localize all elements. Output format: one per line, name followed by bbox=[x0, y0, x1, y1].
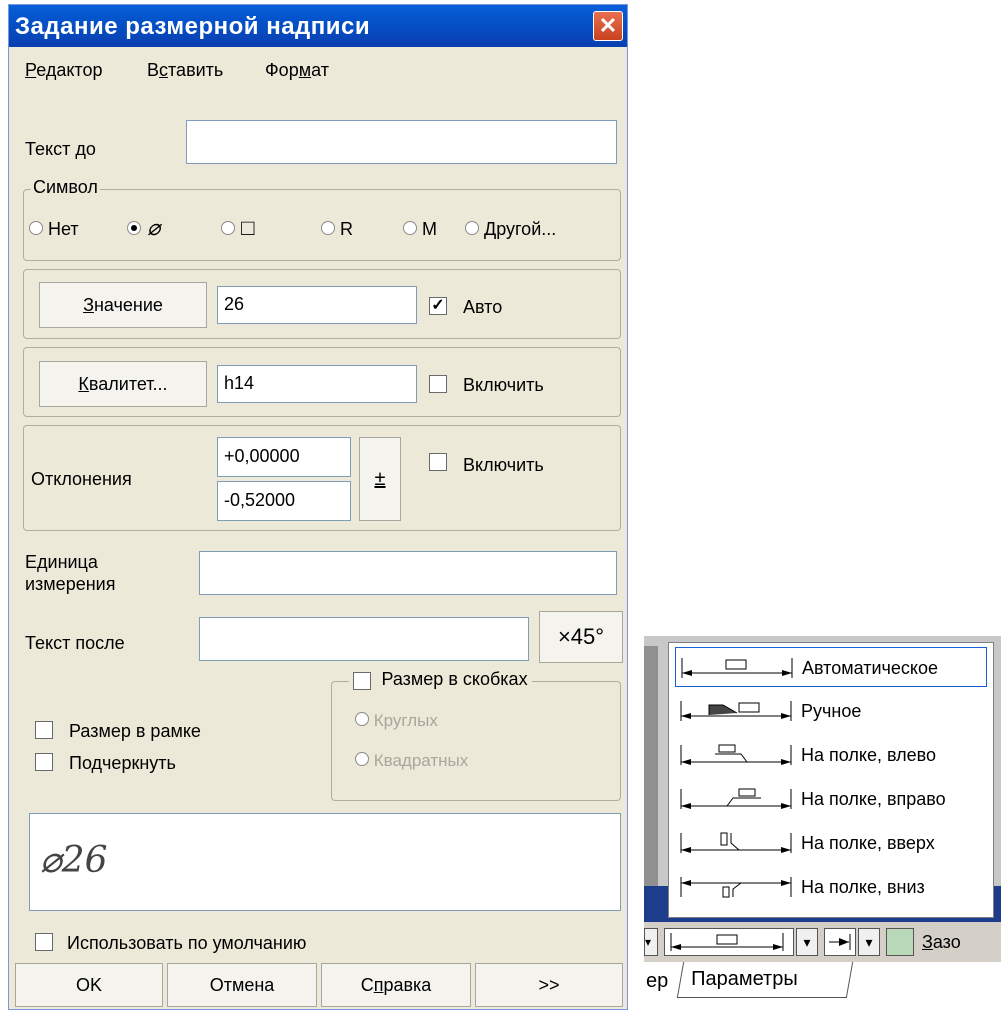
preview-text: ⌀26 bbox=[40, 840, 108, 881]
use-default-checkbox[interactable] bbox=[35, 933, 53, 951]
dimension-shelf-right-icon bbox=[680, 788, 792, 809]
brackets-group bbox=[331, 681, 621, 801]
value-button[interactable]: Значение bbox=[39, 282, 207, 328]
preview-box: ⌀26 bbox=[29, 813, 621, 911]
round-brackets-radio[interactable]: Круглых bbox=[355, 711, 438, 731]
symbol-radio-square[interactable]: □ bbox=[221, 215, 254, 241]
placement-dropdown-button[interactable]: ▾ bbox=[796, 928, 818, 956]
gap-label: Зазо bbox=[922, 932, 961, 952]
dimension-auto-icon bbox=[681, 658, 793, 678]
tab-previous[interactable]: ер bbox=[646, 970, 668, 993]
deviations-enable-checkbox[interactable] bbox=[429, 453, 447, 471]
color-swatch[interactable] bbox=[886, 928, 914, 956]
dialog-title: Задание размерной надписи bbox=[15, 13, 371, 40]
plus-minus-button[interactable]: ± bbox=[359, 437, 401, 521]
lower-deviation-input[interactable]: -0,52000 bbox=[217, 481, 351, 521]
placement-item-manual[interactable]: Ручное bbox=[675, 691, 987, 731]
diameter-icon: ⌀ bbox=[147, 215, 161, 240]
arrow-type-button[interactable] bbox=[824, 928, 856, 956]
text-before-label: Текст до bbox=[25, 139, 96, 159]
framed-checkbox[interactable] bbox=[35, 721, 53, 739]
unit-label: Единица измерения bbox=[25, 552, 116, 594]
dimension-shelf-down-icon bbox=[680, 877, 792, 898]
text-after-input[interactable] bbox=[199, 617, 529, 661]
unit-input[interactable] bbox=[199, 551, 617, 595]
symbol-radio-diameter[interactable]: ⌀ bbox=[127, 215, 160, 241]
auto-label: Авто bbox=[463, 297, 503, 317]
square-icon: □ bbox=[241, 215, 255, 240]
title-bar[interactable]: Задание размерной надписи ✕ bbox=[9, 5, 627, 47]
plus-minus-icon: ± bbox=[374, 468, 386, 490]
dimension-shelf-up-icon bbox=[680, 832, 792, 853]
placement-item-label: На полке, влево bbox=[801, 745, 936, 765]
chevron-down-icon: ▾ bbox=[865, 934, 873, 950]
menu-insert[interactable]: Вставить bbox=[147, 60, 223, 81]
dimension-shelf-left-icon bbox=[680, 744, 792, 765]
chevron-down-icon: ▾ bbox=[803, 934, 811, 950]
placement-item-label: На полке, вниз bbox=[801, 877, 925, 897]
symbol-group-title: Символ bbox=[31, 177, 100, 198]
placement-item-shelf-down[interactable]: На полке, вниз bbox=[675, 867, 987, 907]
dropdown-arrow-icon[interactable]: ▾ bbox=[644, 928, 658, 956]
brackets-checkbox[interactable] bbox=[353, 671, 371, 690]
symbol-radio-metric[interactable]: M bbox=[403, 219, 437, 240]
dimension-manual-icon bbox=[680, 701, 792, 721]
quality-input[interactable]: h14 bbox=[217, 365, 417, 403]
menu-format[interactable]: Формат bbox=[265, 60, 329, 81]
placement-item-label: Автоматическое bbox=[802, 658, 939, 678]
arrow-end-icon bbox=[829, 934, 851, 950]
deviations-enable-label: Включить bbox=[463, 455, 544, 475]
quality-enable-label: Включить bbox=[463, 375, 544, 395]
text-before-input[interactable] bbox=[186, 120, 617, 164]
dimension-text-dialog: Задание размерной надписи ✕ Редактор Вст… bbox=[8, 4, 628, 1010]
placement-combo[interactable] bbox=[664, 928, 794, 956]
placement-item-auto[interactable]: Автоматическое bbox=[675, 647, 987, 687]
underline-label: Подчеркнуть bbox=[69, 753, 176, 773]
placement-item-shelf-right[interactable]: На полке, вправо bbox=[675, 779, 987, 819]
symbol-radio-none[interactable]: Нет bbox=[29, 219, 79, 240]
close-icon: ✕ bbox=[598, 13, 618, 38]
close-button[interactable]: ✕ bbox=[593, 11, 623, 41]
more-button[interactable]: >> bbox=[475, 963, 623, 1007]
placement-item-shelf-up[interactable]: На полке, вверх bbox=[675, 823, 987, 863]
square-brackets-radio[interactable]: Квадратных bbox=[355, 751, 468, 771]
deviations-label: Отклонения bbox=[31, 469, 132, 489]
cancel-button[interactable]: Отмена bbox=[167, 963, 317, 1007]
placement-menu: Автоматическое Ручное На полке, влево На… bbox=[668, 642, 994, 918]
times-45-button[interactable]: ×45° bbox=[539, 611, 623, 663]
placement-item-label: На полке, вправо bbox=[801, 789, 946, 809]
brackets-title: Размер в скобках bbox=[349, 669, 532, 690]
symbol-radio-radius[interactable]: R bbox=[321, 219, 353, 240]
quality-button[interactable]: Квалитет... bbox=[39, 361, 207, 407]
ok-button[interactable]: OK bbox=[15, 963, 163, 1007]
placement-item-shelf-left[interactable]: На полке, влево bbox=[675, 735, 987, 775]
framed-label: Размер в рамке bbox=[69, 721, 201, 741]
auto-checkbox[interactable]: ✓ bbox=[429, 297, 447, 315]
use-default-label: Использовать по умолчанию bbox=[67, 933, 307, 953]
text-after-label: Текст после bbox=[25, 633, 125, 653]
menu-editor[interactable]: Редактор bbox=[25, 60, 103, 81]
help-button[interactable]: Справка bbox=[321, 963, 471, 1007]
value-input[interactable]: 26 bbox=[217, 286, 417, 324]
arrow-dropdown-button[interactable]: ▾ bbox=[858, 928, 880, 956]
quality-enable-checkbox[interactable] bbox=[429, 375, 447, 393]
underline-checkbox[interactable] bbox=[35, 753, 53, 771]
upper-deviation-input[interactable]: +0,00000 bbox=[217, 437, 351, 477]
tab-parameters[interactable]: Параметры bbox=[676, 962, 854, 998]
symbol-radio-other[interactable]: Другой... bbox=[465, 219, 556, 240]
dimension-auto-icon bbox=[670, 933, 784, 951]
toolbar-edge bbox=[644, 646, 658, 886]
placement-item-label: На полке, вверх bbox=[801, 833, 935, 853]
placement-item-label: Ручное bbox=[801, 701, 862, 721]
